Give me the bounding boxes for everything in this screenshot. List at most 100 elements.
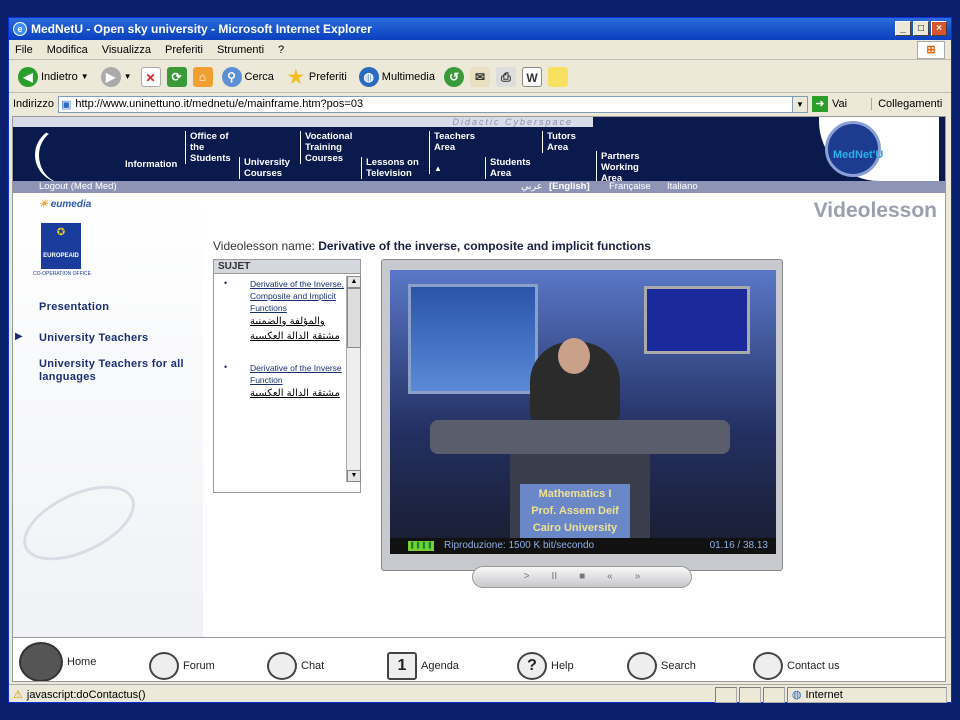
go-arrow-icon[interactable]: ➜: [811, 96, 828, 112]
eumedia-logo: ☀ eumedia: [39, 199, 91, 210]
sujet-link-ar[interactable]: مشتقة الدالة العكسية: [250, 386, 344, 401]
go-button[interactable]: Vai: [832, 98, 847, 110]
nav-information[interactable]: Information: [121, 159, 177, 170]
media-button[interactable]: ◍ Multimedia: [356, 64, 438, 90]
lang-english[interactable]: [English]: [549, 181, 590, 193]
links-button[interactable]: Collegamenti: [871, 98, 942, 110]
history-icon[interactable]: ↺: [443, 66, 464, 87]
sidebar-item-presentation[interactable]: Presentation: [39, 301, 109, 313]
nav-students-area[interactable]: Students Area: [485, 157, 541, 179]
europeaid-logo: ✪ EUROPEAID: [41, 223, 81, 269]
help-button[interactable]: ? Help: [517, 652, 574, 680]
chat-button[interactable]: Chat: [267, 652, 324, 680]
play-icon[interactable]: >: [524, 567, 530, 587]
search-nav-label: Search: [661, 660, 696, 672]
bullet-icon: •: [224, 362, 228, 372]
europeaid-text: EUROPEAID: [43, 253, 79, 259]
list-item[interactable]: • Derivative of the Inverse Function مشت…: [214, 362, 344, 401]
gear-cluster-icon: [19, 642, 63, 681]
sujet-link-en[interactable]: Derivative of the Inverse Function: [250, 362, 344, 386]
refresh-icon[interactable]: ⟳: [166, 66, 187, 87]
status-text: javascript:doContactus(): [26, 688, 146, 701]
eumedia-icon: ☀: [39, 199, 48, 210]
stop-icon[interactable]: ■: [579, 567, 585, 587]
menu-help[interactable]: ?: [278, 44, 284, 56]
forward-arrow-icon: ▶: [100, 66, 121, 87]
note-icon[interactable]: [547, 66, 568, 87]
chevron-down-icon[interactable]: ▼: [791, 96, 807, 112]
sujet-link-en[interactable]: Derivative of the Inverse, Composite and…: [250, 278, 344, 314]
sidebar-item-university-teachers[interactable]: University Teachers: [39, 332, 148, 344]
playback-time: 01.16 / 38.13: [709, 540, 768, 551]
print-icon[interactable]: ⎙: [495, 66, 516, 87]
sujet-list: • Derivative of the Inverse, Composite a…: [214, 278, 344, 478]
scroll-down-icon[interactable]: ▼: [347, 470, 361, 482]
nav-vocational-training[interactable]: Vocational Training Courses: [300, 131, 360, 164]
nav-office-students[interactable]: Office of the Students: [185, 131, 243, 164]
menu-file[interactable]: File: [15, 44, 33, 56]
back-button[interactable]: ◀ Indietro ▼: [15, 64, 92, 90]
nav-partners-working[interactable]: Partners Working Area: [596, 151, 652, 184]
forward-button[interactable]: ▶ ▼: [98, 64, 135, 90]
search-nav-button[interactable]: Search: [627, 652, 696, 680]
agenda-button[interactable]: 1 Agenda: [387, 652, 459, 680]
list-item[interactable]: • Derivative of the Inverse, Composite a…: [214, 278, 344, 344]
pause-icon[interactable]: II: [552, 567, 558, 587]
status-bar: ⚠ javascript:doContactus() ◍ Internet: [9, 684, 951, 704]
chevron-down-icon[interactable]: ▼: [81, 72, 89, 81]
sujet-header: SUJET: [214, 260, 360, 274]
desk-line1: Mathematics I: [538, 488, 612, 500]
maximize-button[interactable]: □: [913, 21, 929, 36]
chat-label: Chat: [301, 660, 325, 672]
fast-forward-icon[interactable]: »: [635, 567, 641, 587]
scroll-thumb[interactable]: [347, 288, 361, 348]
contact-button[interactable]: Contact us: [753, 652, 840, 680]
minimize-button[interactable]: _: [895, 21, 911, 36]
nav-teachers-area[interactable]: Teachers Area ▲: [429, 131, 483, 174]
stop-icon[interactable]: ✕: [140, 66, 161, 87]
sidebar-item-all-languages[interactable]: University Teachers for all languages: [39, 358, 189, 384]
lesson-name: Derivative of the inverse, composite and…: [318, 239, 651, 253]
menu-visualizza[interactable]: Visualizza: [102, 44, 151, 56]
magnifier-icon: [627, 652, 657, 680]
back-arrow-icon: ◀: [18, 66, 38, 87]
forum-icon: [149, 652, 179, 680]
close-button[interactable]: ×: [931, 21, 947, 36]
home-button[interactable]: Home: [19, 642, 97, 681]
search-button[interactable]: ⚲ Cerca: [219, 64, 277, 90]
studio-desk: [430, 420, 730, 454]
lang-italian[interactable]: Italiano: [667, 181, 698, 193]
video-frame[interactable]: Mathematics I Prof. Assem Deif Cairo Uni…: [390, 270, 776, 538]
favorites-label: Preferiti: [308, 70, 347, 83]
sujet-panel: SUJET • Derivative of the Inverse, Compo…: [213, 259, 361, 493]
nav-teachers-area-label: Teachers Area: [434, 131, 476, 153]
home-icon[interactable]: ⌂: [192, 66, 213, 87]
nav-tutors-area[interactable]: Tutors Area: [542, 131, 592, 153]
nav-university-courses[interactable]: University Courses: [239, 157, 297, 179]
lang-french[interactable]: Française: [609, 181, 651, 193]
edit-icon[interactable]: W: [521, 66, 542, 87]
windows-logo-icon: ⊞: [917, 41, 945, 59]
menu-preferiti[interactable]: Preferiti: [165, 44, 203, 56]
menu-strumenti[interactable]: Strumenti: [217, 44, 264, 56]
scroll-up-icon[interactable]: ▲: [347, 276, 361, 288]
forum-button[interactable]: Forum: [149, 652, 215, 680]
lang-arabic[interactable]: عربي: [521, 181, 542, 193]
menu-modifica[interactable]: Modifica: [47, 44, 88, 56]
nav-lessons-television[interactable]: Lessons on Television: [361, 157, 427, 179]
sujet-scrollbar[interactable]: ▲ ▼: [346, 276, 361, 482]
sujet-link-ar[interactable]: والمؤلفة والضمنية مشتقة الدالة العكسية: [250, 314, 344, 344]
address-url: http://www.uninettuno.it/mednetu/e/mainf…: [75, 98, 364, 110]
desk-line2: Prof. Assem Deif: [531, 505, 619, 517]
address-input[interactable]: ▣ http://www.uninettuno.it/mednetu/e/mai…: [57, 95, 808, 113]
mail-icon[interactable]: ✉: [469, 66, 490, 87]
favorites-button[interactable]: ★ Preferiti: [283, 64, 350, 90]
chevron-down-icon[interactable]: ▼: [124, 72, 132, 81]
home-label: Home: [67, 656, 97, 668]
contact-label: Contact us: [787, 660, 840, 672]
star-icon: ★: [287, 66, 304, 87]
lesson-label: Videolesson name:: [213, 239, 315, 253]
rewind-icon[interactable]: «: [607, 567, 613, 587]
logout-link[interactable]: Logout (Med Med): [39, 181, 117, 193]
desk-title-panel: Mathematics I Prof. Assem Deif Cairo Uni…: [520, 484, 630, 538]
